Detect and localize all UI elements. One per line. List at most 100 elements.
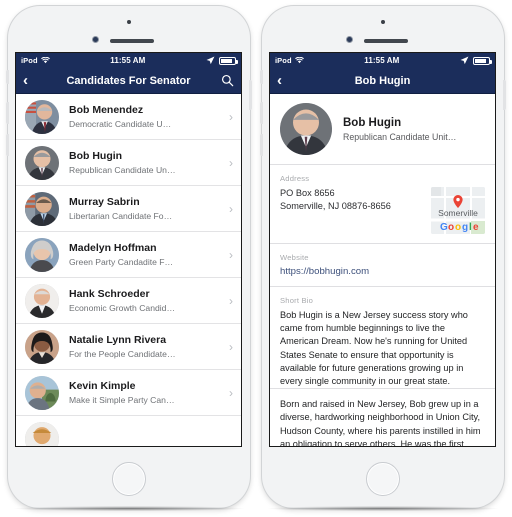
avatar xyxy=(25,237,59,272)
candidate-list[interactable]: Bob Menendez Democratic Candidate U… › B… xyxy=(16,94,241,446)
carrier-label: iPod xyxy=(275,56,292,65)
avatar xyxy=(25,375,59,410)
phone-device-right: iPod 11:55 AM ‹ Bob Hugin Bob Hugin Repu… xyxy=(260,6,506,511)
list-item[interactable]: Murray Sabrin Libertarian Candidate Fo… … xyxy=(16,186,241,232)
profile-header: Bob Hugin Republican Candidate Unit… xyxy=(280,103,485,155)
candidate-subtitle: Democratic Candidate U… xyxy=(69,118,172,129)
front-camera-icon xyxy=(381,20,385,24)
bio-paragraph: Born and raised in New Jersey, Bob grew … xyxy=(280,399,481,446)
location-arrow-icon xyxy=(460,56,469,65)
address-section: Address PO Box 8656 Somerville, NJ 08876… xyxy=(270,165,495,244)
list-item-text: Murray Sabrin Libertarian Candidate Fo… xyxy=(59,196,225,222)
svg-text:l: l xyxy=(469,222,472,233)
candidate-name: Murray Sabrin xyxy=(69,195,140,208)
location-arrow-icon xyxy=(206,56,215,65)
power-button[interactable] xyxy=(249,80,252,110)
candidate-subtitle: Make it Simple Party Can… xyxy=(69,394,175,405)
phone-device-left: iPod 11:55 AM ‹ Candidates For Senator B… xyxy=(6,6,252,511)
bio-label: Short Bio xyxy=(280,296,314,305)
power-button[interactable] xyxy=(503,80,506,110)
battery-icon xyxy=(219,56,238,65)
chevron-right-icon: › xyxy=(229,385,233,400)
navigation-bar: ‹ Candidates For Senator xyxy=(16,68,241,94)
proximity-sensor-icon xyxy=(346,36,353,43)
volume-down-button[interactable] xyxy=(6,134,9,156)
candidate-detail: Bob Hugin Republican Candidate Unit… Add… xyxy=(270,94,495,446)
map-place-label: Somerville xyxy=(438,208,478,218)
earpiece-speaker xyxy=(110,39,154,43)
svg-text:e: e xyxy=(473,222,479,233)
back-button[interactable]: ‹ xyxy=(23,73,37,88)
candidate-name: Bob Menendez xyxy=(69,103,144,116)
website-section: Website https://bobhugin.com xyxy=(270,244,495,287)
list-item[interactable]: Natalie Lynn Rivera For the People Candi… xyxy=(16,324,241,370)
list-item-text: Bob Hugin Republican Candidate Un… xyxy=(59,150,225,176)
avatar xyxy=(25,145,59,180)
bio-paragraph: Bob Hugin is a New Jersey success story … xyxy=(280,310,468,387)
avatar xyxy=(25,191,59,226)
list-item[interactable]: Bob Menendez Democratic Candidate U… › xyxy=(16,94,241,140)
website-label: Website xyxy=(280,253,309,262)
svg-text:o: o xyxy=(455,222,461,233)
website-link[interactable]: https://bobhugin.com xyxy=(280,266,485,277)
chevron-right-icon: › xyxy=(229,201,233,216)
candidate-name: Bob Hugin xyxy=(343,116,402,129)
list-item[interactable]: Bob Hugin Republican Candidate Un… › xyxy=(16,140,241,186)
list-item-partial[interactable] xyxy=(16,416,241,446)
chevron-right-icon: › xyxy=(229,155,233,170)
profile-text: Bob Hugin Republican Candidate Unit… xyxy=(343,117,456,142)
list-item[interactable]: Madelyn Hoffman Green Party Candadite F…… xyxy=(16,232,241,278)
wifi-icon xyxy=(40,57,50,64)
candidate-name: Bob Hugin xyxy=(69,149,123,162)
candidate-name: Madelyn Hoffman xyxy=(69,241,157,254)
chevron-right-icon: › xyxy=(229,339,233,354)
home-button[interactable] xyxy=(112,462,146,496)
list-item[interactable]: Hank Schroeder Economic Growth Candid… › xyxy=(16,278,241,324)
status-time: 11:55 AM xyxy=(110,56,146,65)
avatar xyxy=(25,329,59,364)
list-item-text: Hank Schroeder Economic Growth Candid… xyxy=(59,288,225,314)
battery-icon xyxy=(473,56,492,65)
candidate-subtitle: Green Party Candadite F… xyxy=(69,256,174,267)
volume-up-button[interactable] xyxy=(260,102,263,124)
avatar xyxy=(280,103,332,155)
svg-text:o: o xyxy=(448,222,454,233)
mute-switch[interactable] xyxy=(260,70,263,84)
screenshot-stage: iPod 11:55 AM ‹ Candidates For Senator B… xyxy=(0,0,512,517)
address-line2: Somerville, NJ 08876-8656 xyxy=(280,200,391,211)
proximity-sensor-icon xyxy=(92,36,99,43)
screen-candidate-list: iPod 11:55 AM ‹ Candidates For Senator B… xyxy=(15,52,242,447)
chevron-right-icon: › xyxy=(229,293,233,308)
home-button[interactable] xyxy=(366,462,400,496)
page-title: Bob Hugin xyxy=(354,74,411,87)
candidate-name: Natalie Lynn Rivera xyxy=(69,333,167,346)
candidate-subtitle: Republican Candidate Unit… xyxy=(343,131,457,142)
volume-up-button[interactable] xyxy=(6,102,9,124)
status-bar: iPod 11:55 AM xyxy=(16,53,241,68)
list-item-text: Madelyn Hoffman Green Party Candadite F… xyxy=(59,242,225,268)
list-item-text: Natalie Lynn Rivera For the People Candi… xyxy=(59,334,225,360)
chevron-right-icon: › xyxy=(229,109,233,124)
avatar xyxy=(25,283,59,318)
screen-candidate-detail: iPod 11:55 AM ‹ Bob Hugin Bob Hugin Repu… xyxy=(269,52,496,447)
back-button[interactable]: ‹ xyxy=(277,73,291,88)
status-time: 11:55 AM xyxy=(364,56,400,65)
carrier-label: iPod xyxy=(21,56,38,65)
address-value: PO Box 8656 Somerville, NJ 08876-8656 xyxy=(280,187,425,212)
candidate-name: Kevin Kimple xyxy=(69,379,136,392)
candidate-name: Hank Schroeder xyxy=(69,287,150,300)
svg-text:g: g xyxy=(462,222,468,233)
volume-down-button[interactable] xyxy=(260,134,263,156)
wifi-icon xyxy=(294,57,304,64)
mute-switch[interactable] xyxy=(6,70,9,84)
avatar xyxy=(25,421,59,446)
candidate-subtitle: Economic Growth Candid… xyxy=(69,302,176,313)
bio-section-continued: Born and raised in New Jersey, Bob grew … xyxy=(270,389,495,446)
google-logo: G o o g l e xyxy=(440,222,479,233)
candidate-subtitle: Republican Candidate Un… xyxy=(69,164,176,175)
search-icon[interactable] xyxy=(221,74,234,87)
map-thumbnail[interactable]: Somerville G o o g l e xyxy=(431,187,485,234)
list-item[interactable]: Kevin Kimple Make it Simple Party Can… › xyxy=(16,370,241,416)
navigation-bar: ‹ Bob Hugin xyxy=(270,68,495,94)
list-item-text: Bob Menendez Democratic Candidate U… xyxy=(59,104,225,130)
